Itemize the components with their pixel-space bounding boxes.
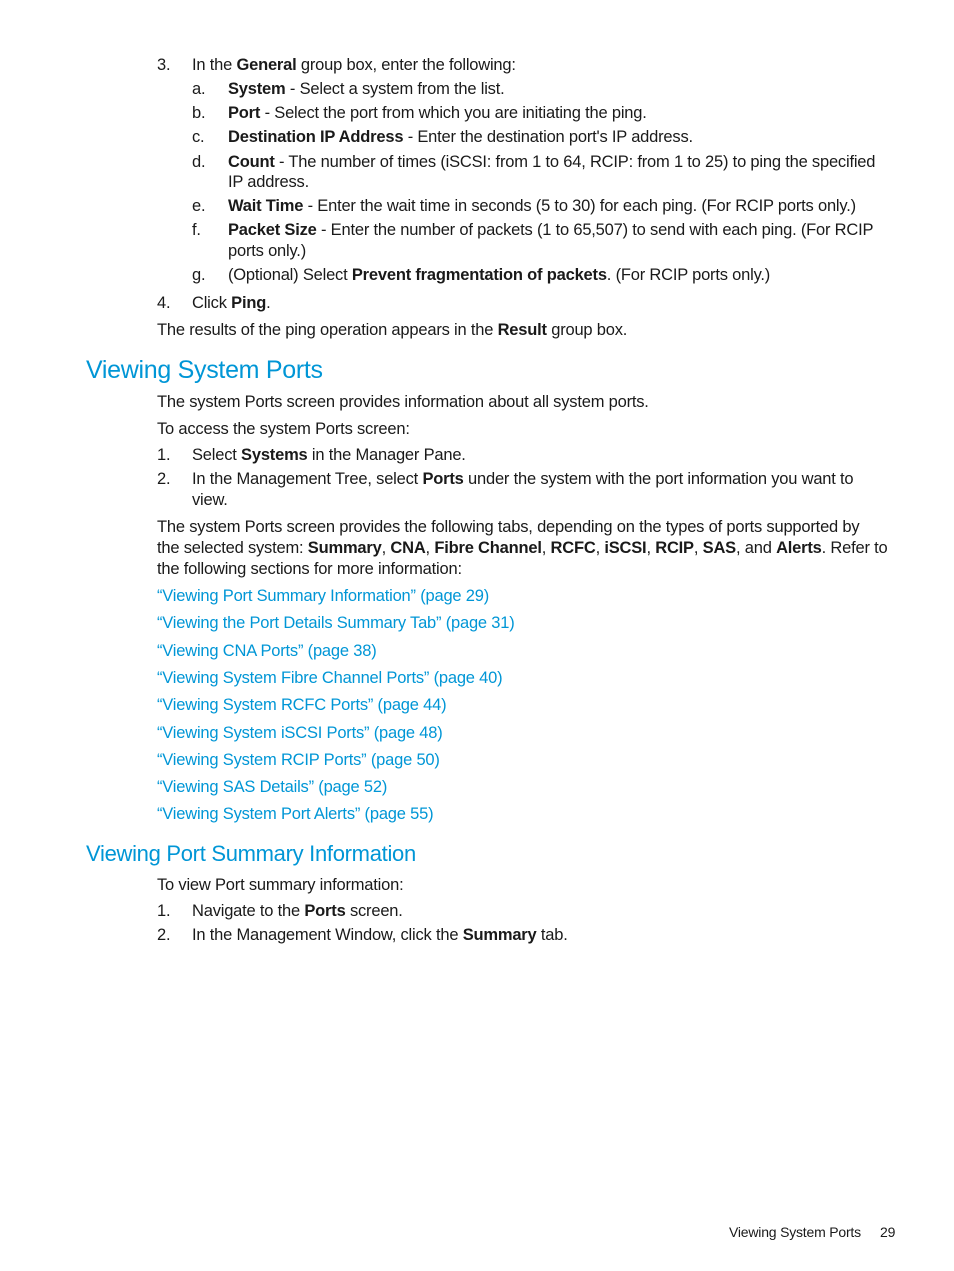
step-text: In the Management Window, click the Summ…: [192, 926, 568, 945]
text: Click: [192, 294, 232, 312]
bold-term: Count: [228, 153, 275, 171]
bold-term: Packet Size: [228, 221, 317, 239]
substep-letter: d.: [192, 153, 206, 171]
cross-reference-link[interactable]: “Viewing System iSCSI Ports” (page 48): [157, 724, 443, 743]
text: under the system with the port informati…: [463, 470, 854, 488]
substep-text: (Optional) Select Prevent fragmentation …: [228, 266, 770, 285]
tab-name: SAS: [702, 539, 737, 557]
substep-letter: b.: [192, 104, 206, 122]
footer-section-title: Viewing System Ports: [729, 1224, 861, 1240]
substep-letter: c.: [192, 128, 205, 146]
substep-text: Port - Select the port from which you ar…: [228, 104, 647, 123]
step-number: 2.: [157, 470, 171, 488]
bold-term: Ports: [304, 902, 346, 920]
bold-term: Wait Time: [228, 197, 304, 215]
text: . (For RCIP ports only.): [606, 266, 771, 284]
text: In the Management Tree, select: [192, 470, 423, 488]
text: - Enter the wait time in seconds (5 to 3…: [303, 197, 857, 215]
step-number: 1.: [157, 902, 171, 920]
text: - Select a system from the list.: [285, 80, 505, 98]
cross-reference-link[interactable]: “Viewing the Port Details Summary Tab” (…: [157, 614, 515, 633]
tab-name: CNA: [390, 539, 426, 557]
bold-term: Destination IP Address: [228, 128, 404, 146]
cross-reference-link[interactable]: “Viewing System RCFC Ports” (page 44): [157, 696, 447, 715]
tab-name: RCIP: [655, 539, 694, 557]
tab-name: Alerts: [776, 539, 822, 557]
access-instructions: To access the system Ports screen:: [157, 420, 410, 438]
cross-reference-link[interactable]: “Viewing SAS Details” (page 52): [157, 778, 387, 797]
text: Navigate to the: [192, 902, 305, 920]
text: (Optional) Select: [228, 266, 352, 284]
bold-term: Ports: [422, 470, 464, 488]
section-heading: Viewing System Ports: [86, 356, 323, 384]
substep-letter: f.: [192, 221, 201, 239]
tab-name: RCFC: [550, 539, 596, 557]
cross-reference-link[interactable]: “Viewing Port Summary Information” (page…: [157, 587, 489, 606]
step-number: 2.: [157, 926, 171, 944]
text: in the Manager Pane.: [307, 446, 466, 464]
subsection-heading: Viewing Port Summary Information: [86, 841, 416, 866]
bold-term: System: [228, 80, 286, 98]
bold-term: General: [236, 56, 297, 74]
text: .: [266, 294, 271, 312]
substep-text: Count - The number of times (iSCSI: from…: [228, 153, 875, 172]
text: The results of the ping operation appear…: [157, 321, 498, 339]
text: In the: [192, 56, 237, 74]
tab-name: Fibre Channel: [434, 539, 542, 557]
tabs-paragraph-line: the selected system: Summary, CNA, Fibre…: [157, 539, 888, 557]
substep-text: Wait Time - Enter the wait time in secon…: [228, 197, 856, 216]
text: group box.: [546, 321, 628, 339]
cross-reference-link[interactable]: “Viewing System Fibre Channel Ports” (pa…: [157, 669, 503, 688]
bold-term: Systems: [241, 446, 308, 464]
tab-name: Summary: [307, 539, 382, 557]
text: - The number of times (iSCSI: from 1 to …: [274, 153, 876, 171]
text: - Enter the destination port's IP addres…: [403, 128, 693, 146]
text: In the Management Window, click the: [192, 926, 463, 944]
substep-text: Destination IP Address - Enter the desti…: [228, 128, 693, 147]
bold-term: Summary: [462, 926, 537, 944]
substep-continuation: IP address.: [228, 173, 309, 191]
bold-term: Result: [497, 321, 547, 339]
step-text: In the Management Tree, select Ports und…: [192, 470, 854, 489]
substep-text: System - Select a system from the list.: [228, 80, 505, 99]
tab-name: iSCSI: [604, 539, 647, 557]
step-text: Select Systems in the Manager Pane.: [192, 446, 466, 465]
text: group box, enter the following:: [296, 56, 516, 74]
text: . Refer to: [821, 539, 888, 557]
cross-reference-link[interactable]: “Viewing System Port Alerts” (page 55): [157, 805, 434, 824]
substep-continuation: ports only.): [228, 242, 306, 260]
tabs-paragraph-line: the following sections for more informat…: [157, 560, 462, 578]
step-text: In the General group box, enter the foll…: [192, 56, 516, 75]
substep-letter: g.: [192, 266, 206, 284]
text: tab.: [536, 926, 568, 944]
step-text: Click Ping.: [192, 294, 271, 313]
substep-text: Packet Size - Enter the number of packet…: [228, 221, 874, 240]
section-intro: To view Port summary information:: [157, 876, 404, 894]
page-number: 29: [880, 1224, 896, 1240]
substep-letter: e.: [192, 197, 206, 215]
step-number: 1.: [157, 446, 171, 464]
step-continuation: view.: [192, 491, 228, 509]
text: - Select the port from which you are ini…: [260, 104, 647, 122]
tabs-paragraph-line: The system Ports screen provides the fol…: [157, 518, 860, 536]
cross-reference-link[interactable]: “Viewing System RCIP Ports” (page 50): [157, 751, 440, 770]
section-intro: The system Ports screen provides informa…: [157, 393, 649, 411]
step-text: Navigate to the Ports screen.: [192, 902, 403, 921]
result-note: The results of the ping operation appear…: [157, 321, 627, 340]
text: screen.: [345, 902, 403, 920]
bold-term: Ping: [231, 294, 267, 312]
text: Select: [192, 446, 242, 464]
cross-reference-link[interactable]: “Viewing CNA Ports” (page 38): [157, 642, 377, 661]
substep-letter: a.: [192, 80, 206, 98]
step-number: 3.: [157, 56, 171, 74]
bold-term: Port: [228, 104, 261, 122]
bold-term: Prevent fragmentation of packets: [351, 266, 607, 284]
text: - Enter the number of packets (1 to 65,5…: [316, 221, 874, 239]
step-number: 4.: [157, 294, 171, 312]
text: the selected system:: [157, 539, 308, 557]
